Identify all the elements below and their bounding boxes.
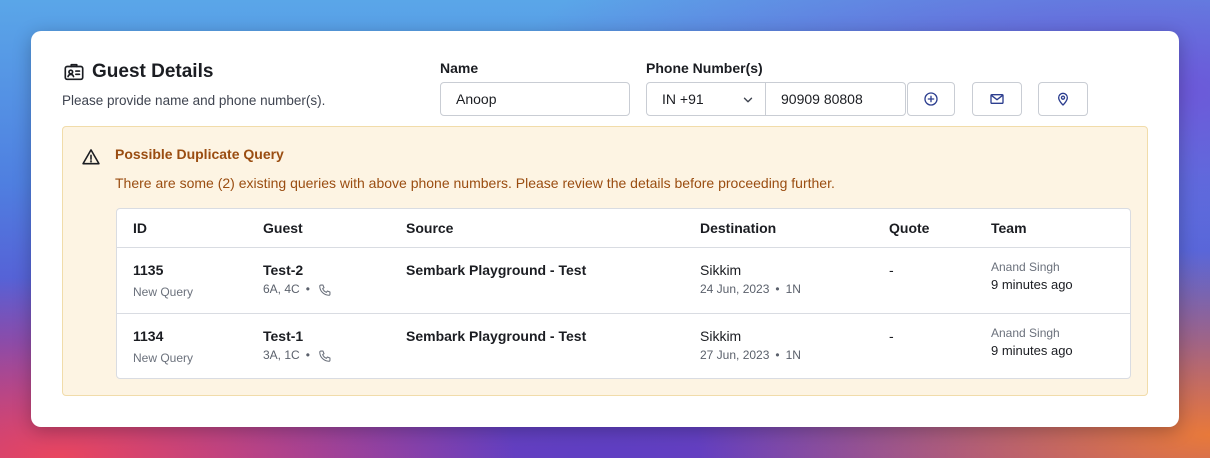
map-pin-icon	[1055, 91, 1071, 107]
guest-name: Test-2	[263, 262, 304, 278]
add-location-button[interactable]	[1038, 82, 1088, 116]
guest-meta: 3A, 1C •	[263, 348, 332, 363]
destination-meta: 24 Jun, 2023 • 1N	[700, 282, 801, 296]
warning-triangle-icon	[81, 147, 101, 167]
guest-name: Test-1	[263, 328, 304, 344]
travel-date: 24 Jun, 2023	[700, 282, 770, 296]
name-label: Name	[440, 60, 479, 76]
country-code-select[interactable]: IN +91	[646, 82, 766, 116]
country-code-value: IN +91	[662, 91, 704, 107]
query-source: Sembark Playground - Test	[406, 328, 587, 344]
name-field-value: Anoop	[456, 91, 497, 107]
updated-time: 9 minutes ago	[991, 277, 1073, 292]
guest-meta: 6A, 4C •	[263, 282, 332, 297]
guest-pax: 6A, 4C	[263, 282, 300, 296]
alert-message: There are some (2) existing queries with…	[115, 175, 835, 191]
destination-meta: 27 Jun, 2023 • 1N	[700, 348, 801, 362]
trip-nights: 1N	[785, 348, 801, 362]
add-phone-button[interactable]	[907, 82, 955, 116]
page-title: Guest Details	[92, 61, 214, 82]
add-email-button[interactable]	[972, 82, 1022, 116]
separator-dot: •	[775, 282, 780, 296]
query-status: New Query	[133, 351, 194, 365]
destination-name: Sikkim	[700, 262, 742, 278]
query-source: Sembark Playground - Test	[406, 262, 587, 278]
table-row[interactable]: 1135 New Query Test-2 6A, 4C • Sembark Pl…	[117, 247, 1130, 314]
column-header-destination: Destination	[700, 220, 777, 236]
phone-number-value: 90909 80808	[781, 91, 863, 107]
phone-number-field[interactable]: 90909 80808	[765, 82, 906, 116]
column-header-id: ID	[133, 220, 147, 236]
envelope-icon	[989, 91, 1005, 107]
table-row[interactable]: 1134 New Query Test-1 3A, 1C • Sembark Pl…	[117, 313, 1130, 378]
separator-dot: •	[305, 348, 310, 362]
team-member: Anand Singh	[991, 326, 1060, 340]
duplicate-queries-table: ID Guest Source Destination Quote Team 1…	[116, 208, 1131, 379]
column-header-team: Team	[991, 220, 1027, 236]
trip-nights: 1N	[785, 282, 801, 296]
column-header-source: Source	[406, 220, 454, 236]
travel-date: 27 Jun, 2023	[700, 348, 770, 362]
table-header: ID Guest Source Destination Quote Team	[117, 209, 1130, 248]
team-member: Anand Singh	[991, 260, 1060, 274]
phone-icon	[318, 283, 332, 297]
alert-title: Possible Duplicate Query	[115, 146, 284, 162]
separator-dot: •	[305, 282, 310, 296]
chevron-down-icon	[741, 93, 755, 107]
name-field[interactable]: Anoop	[440, 82, 630, 116]
guest-pax: 3A, 1C	[263, 348, 300, 362]
guest-details-card: Guest Details Please provide name and ph…	[31, 31, 1179, 427]
column-header-guest: Guest	[263, 220, 303, 236]
query-id[interactable]: 1134	[133, 328, 163, 344]
id-card-icon	[63, 61, 85, 83]
phone-label: Phone Number(s)	[646, 60, 763, 76]
updated-time: 9 minutes ago	[991, 343, 1073, 358]
column-header-quote: Quote	[889, 220, 930, 236]
query-status: New Query	[133, 285, 194, 299]
section-header: Guest Details	[63, 61, 213, 83]
duplicate-query-alert: Possible Duplicate Query There are some …	[62, 126, 1148, 396]
query-id[interactable]: 1135	[133, 262, 163, 278]
destination-name: Sikkim	[700, 328, 742, 344]
quote-value: -	[889, 262, 894, 278]
quote-value: -	[889, 328, 894, 344]
separator-dot: •	[775, 348, 780, 362]
phone-icon	[318, 349, 332, 363]
page-subtitle: Please provide name and phone number(s).	[62, 93, 326, 108]
plus-circle-icon	[923, 91, 939, 107]
